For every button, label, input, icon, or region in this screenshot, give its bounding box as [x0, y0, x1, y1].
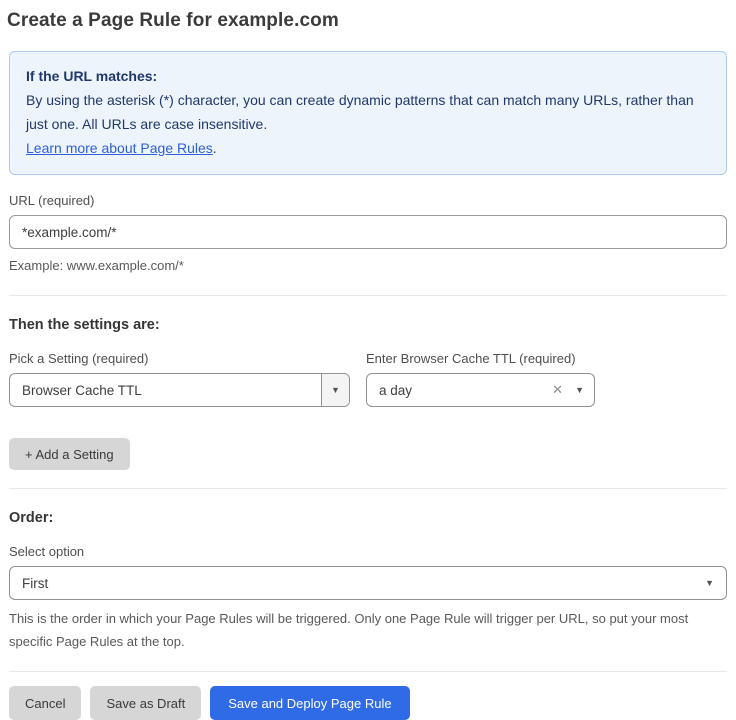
chevron-down-icon: ▼: [575, 386, 584, 395]
setting-picker-label: Pick a Setting (required): [9, 351, 350, 366]
url-match-info-box: If the URL matches: By using the asteris…: [9, 51, 727, 175]
setting-picker-value: Browser Cache TTL: [10, 383, 321, 398]
footer-actions: Cancel Save as Draft Save and Deploy Pag…: [9, 686, 727, 720]
divider: [9, 295, 727, 296]
learn-more-link[interactable]: Learn more about Page Rules: [26, 140, 213, 156]
page-title: Create a Page Rule for example.com: [7, 10, 727, 32]
save-as-draft-button[interactable]: Save as Draft: [90, 686, 201, 720]
chevron-down-icon: ▼: [705, 579, 714, 588]
cancel-button[interactable]: Cancel: [9, 686, 81, 720]
chevron-down-icon: ▼: [331, 386, 340, 395]
url-input[interactable]: [9, 215, 727, 249]
add-setting-button[interactable]: + Add a Setting: [9, 438, 130, 470]
order-select-value: First: [22, 576, 48, 591]
divider: [9, 671, 727, 672]
order-select-label: Select option: [9, 544, 727, 559]
setting-picker-group: Pick a Setting (required) Browser Cache …: [9, 333, 350, 407]
order-select[interactable]: First ▼: [9, 566, 727, 600]
url-field-label: URL (required): [9, 193, 727, 208]
order-helper-text: This is the order in which your Page Rul…: [9, 607, 723, 653]
info-box-body: By using the asterisk (*) character, you…: [26, 88, 710, 136]
info-box-link-line: Learn more about Page Rules.: [26, 136, 710, 160]
divider: [9, 488, 727, 489]
ttl-picker-label: Enter Browser Cache TTL (required): [366, 351, 595, 366]
settings-section-heading: Then the settings are:: [9, 317, 727, 333]
save-and-deploy-button[interactable]: Save and Deploy Page Rule: [210, 686, 409, 720]
clear-selection-icon[interactable]: ✕: [552, 382, 563, 398]
link-suffix: .: [213, 140, 217, 156]
order-section-heading: Order:: [9, 510, 727, 526]
ttl-picker-value: a day: [367, 383, 552, 398]
info-box-heading: If the URL matches:: [26, 64, 710, 88]
url-helper-text: Example: www.example.com/*: [9, 255, 727, 277]
page-rule-form: Create a Page Rule for example.com If th…: [0, 10, 736, 720]
settings-row: Pick a Setting (required) Browser Cache …: [9, 333, 727, 407]
ttl-picker-dropdown[interactable]: a day ✕ ▼: [366, 373, 595, 407]
setting-picker-arrow-box[interactable]: ▼: [321, 374, 349, 406]
setting-picker-dropdown[interactable]: Browser Cache TTL ▼: [9, 373, 350, 407]
ttl-picker-group: Enter Browser Cache TTL (required) a day…: [366, 333, 595, 407]
